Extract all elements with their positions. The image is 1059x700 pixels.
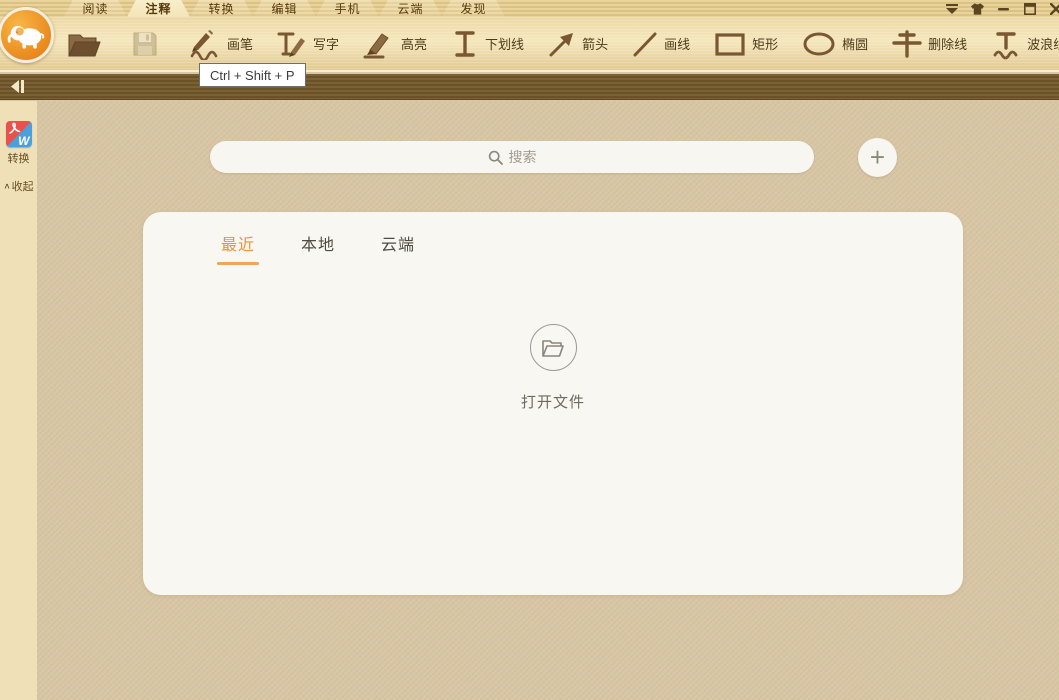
tool-label: 写字 — [313, 34, 339, 53]
sidebar-collapse-button[interactable]: ∧ 收起 — [3, 178, 33, 194]
library-tab-cloud[interactable]: 云端 — [377, 231, 419, 265]
sidebar-collapse-label: 收起 — [12, 178, 34, 194]
word-letter: W — [18, 135, 29, 147]
menu-tab-annotate[interactable]: 注释 — [127, 0, 190, 17]
open-file-label: 打开文件 — [521, 391, 585, 412]
write-text-icon — [276, 28, 308, 60]
menu-tab-edit[interactable]: 编辑 — [253, 0, 316, 17]
menu-tab-phone[interactable]: 手机 — [316, 0, 379, 17]
line-tool-button[interactable]: 画线 — [631, 29, 690, 59]
tool-label: 画线 — [664, 34, 690, 53]
tab-label: 最近 — [221, 231, 255, 255]
library-card: 最近 本地 云端 打开文件 — [143, 212, 963, 595]
library-tab-recent[interactable]: 最近 — [217, 231, 259, 265]
brush-tool-button[interactable]: 画笔 — [186, 28, 253, 60]
collapse-panel-button[interactable] — [8, 78, 28, 95]
plus-icon: + — [870, 144, 885, 170]
write-tool-button[interactable]: 写字 — [276, 28, 339, 60]
tab-label: 本地 — [301, 231, 335, 255]
wavy-line-tool-button[interactable]: 波浪线 — [990, 28, 1059, 60]
sidebar-item-convert[interactable]: W 转换 — [6, 121, 32, 166]
close-icon[interactable] — [1049, 2, 1059, 15]
open-file-button[interactable] — [66, 28, 102, 60]
menu-tab-bar: 阅读 注释 转换 编辑 手机 云端 发现 — [64, 0, 505, 17]
search-input[interactable] — [210, 141, 814, 173]
underline-tool-button[interactable]: 下划线 — [450, 28, 524, 60]
underline-icon — [450, 28, 480, 60]
skin-theme-icon[interactable] — [971, 2, 984, 15]
library-tab-local[interactable]: 本地 — [297, 231, 339, 265]
app-window: { "menu": { "tabs": [ { "label": "阅读", "… — [0, 0, 1059, 700]
minimize-icon[interactable] — [997, 2, 1010, 15]
tool-label: 波浪线 — [1027, 34, 1059, 53]
elephant-icon — [6, 17, 46, 53]
convert-label: 转换 — [8, 150, 30, 166]
rectangle-tool-button[interactable]: 矩形 — [713, 29, 778, 59]
arrow-tool-button[interactable]: 箭头 — [547, 29, 608, 59]
open-file-circle-button[interactable] — [530, 324, 577, 371]
add-document-button[interactable]: + — [858, 138, 897, 177]
collapse-left-icon — [8, 78, 28, 95]
active-tab-underline — [217, 262, 259, 265]
menu-tab-convert[interactable]: 转换 — [190, 0, 253, 17]
chevron-up-icon: ∧ — [3, 182, 10, 191]
tool-label: 画笔 — [227, 34, 253, 53]
tool-label: 椭圆 — [842, 34, 868, 53]
draw-line-icon — [631, 29, 659, 59]
main-area: 搜索 + 最近 本地 云端 — [37, 101, 1059, 700]
tool-label: 高亮 — [401, 34, 427, 53]
hide-toolbar-icon[interactable] — [945, 2, 958, 15]
rectangle-icon — [713, 29, 747, 59]
brush-icon — [186, 28, 222, 60]
menu-tab-read[interactable]: 阅读 — [64, 0, 127, 17]
tooltip-text: Ctrl + Shift + P — [210, 68, 295, 83]
strikethrough-icon — [891, 28, 923, 60]
open-folder-icon — [66, 28, 102, 60]
tool-label: 箭头 — [582, 34, 608, 53]
strikethrough-tool-button[interactable]: 删除线 — [891, 28, 967, 60]
empty-state: 打开文件 — [143, 324, 963, 412]
highlight-tool-button[interactable]: 高亮 — [362, 28, 427, 60]
arrow-icon — [547, 29, 577, 59]
search-bar: 搜索 — [210, 141, 814, 173]
tool-label: 删除线 — [928, 34, 967, 53]
tab-label: 云端 — [381, 231, 415, 255]
save-icon — [130, 29, 160, 59]
shortcut-tooltip: Ctrl + Shift + P — [199, 63, 306, 87]
ellipse-icon — [801, 29, 837, 59]
maximize-icon[interactable] — [1023, 2, 1036, 15]
menu-tab-discover[interactable]: 发现 — [442, 0, 505, 17]
window-controls — [945, 0, 1059, 17]
panel-collapse-bar — [0, 74, 1059, 100]
highlight-icon — [362, 28, 396, 60]
ellipse-tool-button[interactable]: 椭圆 — [801, 29, 868, 59]
pdf-to-word-icon: W — [6, 121, 32, 147]
wavy-line-icon — [990, 28, 1022, 60]
app-logo[interactable] — [0, 7, 54, 63]
save-button[interactable] — [130, 29, 160, 59]
tool-label: 矩形 — [752, 34, 778, 53]
tool-label: 下划线 — [485, 34, 524, 53]
open-folder-outline-icon — [541, 338, 565, 358]
titlebar: 阅读 注释 转换 编辑 手机 云端 发现 — [0, 0, 1059, 17]
annotation-toolbar: 画笔 写字 高亮 下划线 箭头 画线 — [0, 17, 1059, 72]
library-tab-bar: 最近 本地 云端 — [143, 212, 963, 265]
menu-tab-cloud[interactable]: 云端 — [379, 0, 442, 17]
left-sidebar: W 转换 ∧ 收起 — [0, 101, 37, 700]
